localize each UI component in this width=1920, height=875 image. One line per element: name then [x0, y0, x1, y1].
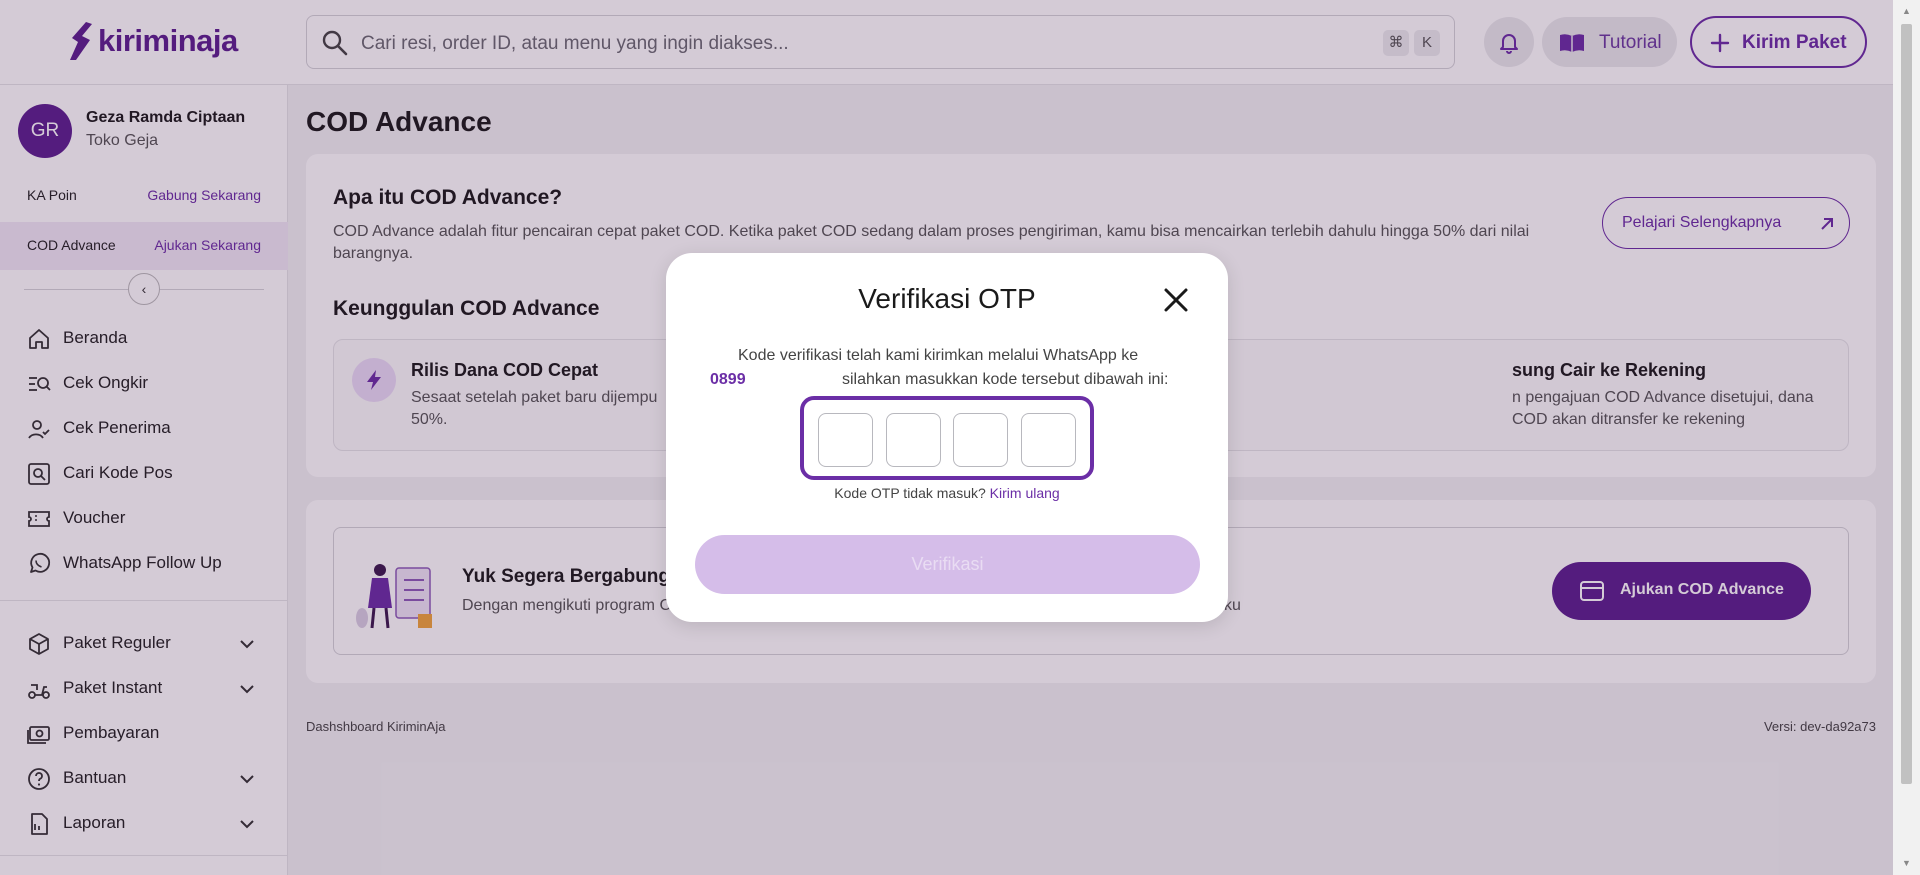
resend-link[interactable]: Kirim ulang — [990, 485, 1060, 501]
otp-instruction-line2: silahkan masukkan kode tersebut dibawah … — [842, 371, 1169, 388]
close-icon[interactable] — [1162, 286, 1190, 314]
resend-prompt: Kode OTP tidak masuk? — [834, 485, 986, 501]
otp-input-group — [800, 396, 1094, 480]
page-scrollbar[interactable]: ▲ ▼ — [1893, 0, 1920, 875]
otp-verification-modal: Verifikasi OTP Kode verifikasi telah kam… — [666, 253, 1228, 622]
otp-instruction-line1: Kode verifikasi telah kami kirimkan mela… — [738, 347, 1139, 364]
scroll-up-icon[interactable]: ▲ — [1901, 6, 1912, 16]
otp-phone-number: 0899 — [710, 371, 746, 388]
verify-label: Verifikasi — [911, 554, 984, 574]
otp-digit-input[interactable] — [886, 413, 941, 467]
otp-digit-input[interactable] — [818, 413, 873, 467]
scroll-down-icon[interactable]: ▼ — [1901, 858, 1912, 868]
scrollbar-thumb[interactable] — [1901, 24, 1912, 784]
modal-title: Verifikasi OTP — [858, 283, 1036, 314]
verify-button[interactable]: Verifikasi — [695, 535, 1200, 594]
otp-digit-input[interactable] — [953, 413, 1008, 467]
resend-row: Kode OTP tidak masuk? Kirim ulang — [666, 485, 1228, 501]
otp-digit-input[interactable] — [1021, 413, 1076, 467]
